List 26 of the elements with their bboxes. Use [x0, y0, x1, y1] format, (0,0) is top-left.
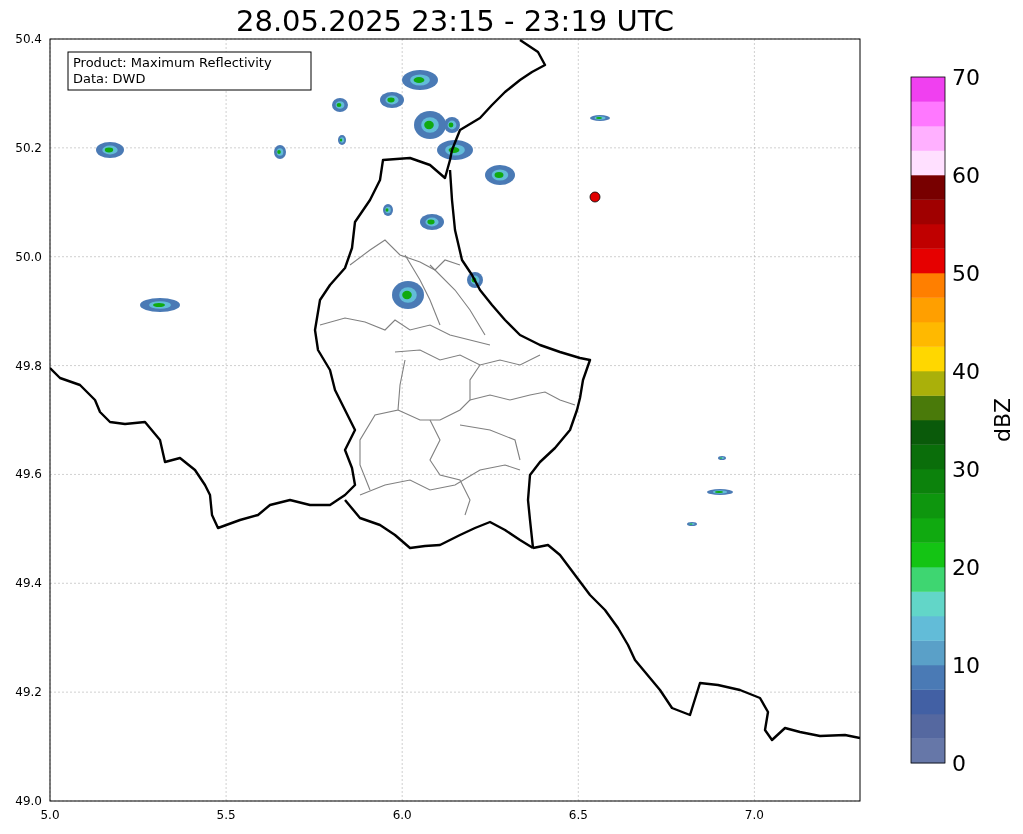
colorbar-label: dBZ — [990, 397, 1015, 443]
colorbar-tick-label: 70 — [952, 65, 980, 90]
axis-tick-label: 49.0 — [15, 794, 42, 808]
location-marker — [589, 191, 601, 203]
axis-tick-label: 49.6 — [15, 467, 42, 482]
axis-tick-label: 49.4 — [15, 576, 42, 591]
info-text: Product: Maximum Reflectivity — [73, 55, 272, 70]
colorbar-tick-label: 50 — [952, 261, 980, 286]
colorbar-tick-label: 40 — [952, 359, 980, 384]
axis-tick-label: 49.8 — [15, 358, 42, 373]
axis-tick-label: 49.2 — [15, 685, 42, 700]
axis-tick-label: 50.0 — [15, 249, 42, 264]
axis-tick-label: 6.5 — [568, 808, 588, 822]
chart-title: 28.05.2025 23:15 - 23:19 UTC — [236, 4, 674, 38]
colorbar-tick-label: 10 — [952, 653, 980, 678]
colorbar-tick-label: 20 — [952, 555, 980, 580]
axis-tick-label: 50.4 — [15, 32, 42, 46]
axis-tick-label: 7.0 — [744, 808, 764, 822]
colorbar-tick-label: 60 — [952, 163, 980, 188]
info-text: Data: DWD — [73, 71, 146, 86]
axis-tick-label: 5.0 — [40, 808, 60, 822]
axis-tick-label: 5.5 — [216, 808, 236, 822]
axis-tick-label: 6.0 — [392, 808, 412, 822]
colorbar-tick-label: 0 — [952, 751, 966, 776]
axis-tick-label: 50.2 — [15, 140, 42, 155]
colorbar-tick-label: 30 — [952, 457, 980, 482]
